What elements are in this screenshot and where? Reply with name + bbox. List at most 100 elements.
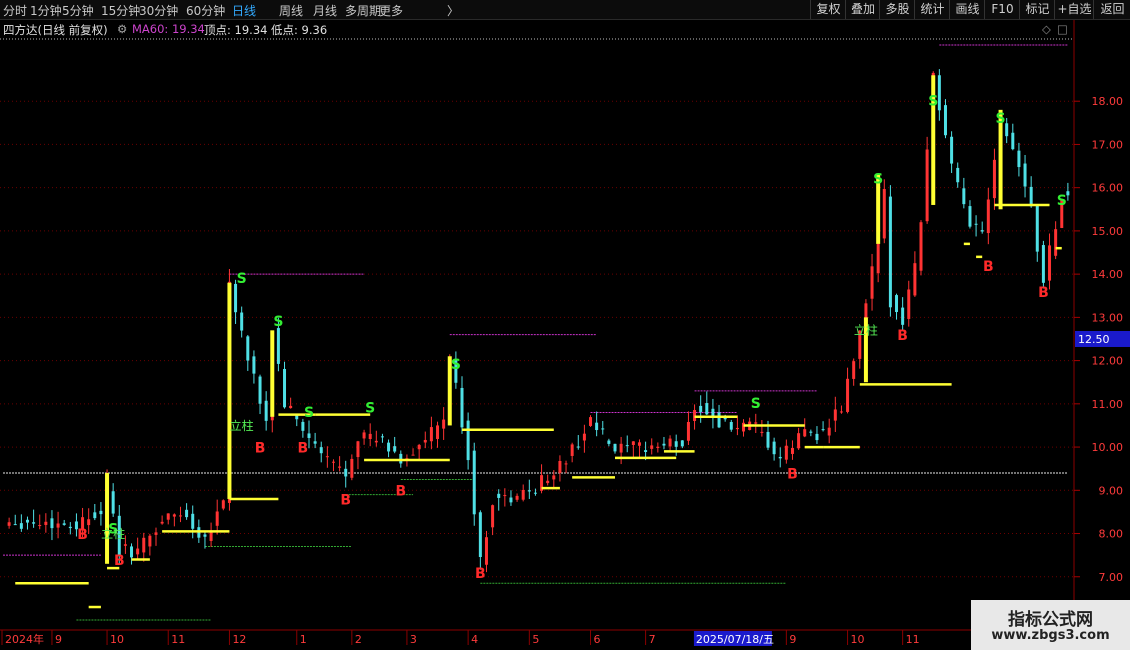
candle-body [387, 442, 391, 452]
candle-body [497, 493, 501, 498]
candle-body [148, 535, 152, 547]
candle-body [380, 436, 384, 438]
candle-body [185, 509, 189, 518]
candle-body [546, 480, 550, 484]
candle-body [527, 490, 531, 492]
gear-icon[interactable]: ⚙ [117, 22, 127, 36]
candle-body [429, 427, 433, 442]
candles [7, 69, 1070, 573]
candle-body [778, 456, 782, 459]
price-tick-label: 17.00 [1092, 138, 1124, 151]
time-tick-label: 9 [789, 633, 796, 646]
crosshair-date-label: 2025/07/18/五 [696, 633, 774, 646]
candle-body [160, 521, 164, 524]
kline-chart[interactable]: 7.00 8.00 9.00 10.00 11.00 12.00 13.00 14.00 15.… [0, 0, 1130, 650]
period-tab-8[interactable]: 月线 [313, 2, 337, 19]
candle-body [839, 411, 843, 413]
period-tab-10[interactable]: 更多 [379, 2, 403, 19]
buy-marker: B [255, 440, 266, 456]
candle-body [252, 356, 256, 374]
candle-body [1048, 245, 1052, 281]
period-tab-1[interactable]: 1分钟 [30, 2, 62, 19]
tool-button-5[interactable]: F10 [984, 0, 1020, 19]
candle-body [411, 454, 415, 456]
tool-button-1[interactable]: 叠加 [845, 0, 880, 19]
candle-body [735, 427, 739, 430]
candle-body [521, 489, 525, 500]
candle-body [264, 400, 268, 421]
tool-button-3[interactable]: 统计 [914, 0, 950, 19]
tool-button-0[interactable]: 复权 [810, 0, 846, 19]
period-tab-4[interactable]: 30分钟 [139, 2, 178, 19]
time-tick-label: 1 [300, 633, 307, 646]
candle-body [693, 409, 697, 421]
price-tick-label: 18.00 [1092, 95, 1124, 108]
price-tick-label: 11.00 [1092, 398, 1124, 411]
candle-body [1029, 186, 1033, 207]
more-arrow-icon[interactable]: 〉 [447, 2, 459, 19]
candle-body [937, 75, 941, 111]
tool-button-4[interactable]: 画线 [949, 0, 985, 19]
candle-body [154, 532, 158, 535]
candle-body [478, 512, 482, 558]
sell-marker: S [996, 111, 1006, 127]
tool-button-6[interactable]: 标记 [1019, 0, 1055, 19]
time-tick-label: 2 [355, 633, 362, 646]
candle-body [637, 442, 641, 446]
candle-body [827, 427, 831, 436]
period-tab-0[interactable]: 分时 [3, 2, 27, 19]
price-tick-label: 7.00 [1099, 571, 1124, 584]
window-icon[interactable]: □ [1057, 22, 1068, 36]
candle-body [784, 445, 788, 460]
candle-body [246, 336, 250, 361]
candle-body [742, 422, 746, 432]
candle-body [7, 522, 11, 526]
time-tick-label: 10 [110, 633, 124, 646]
candle-body [258, 376, 262, 404]
candle-body [130, 546, 134, 558]
candle-body [1041, 245, 1045, 283]
period-tab-7[interactable]: 周线 [279, 2, 303, 19]
candle-body [582, 433, 586, 441]
period-tab-9[interactable]: 多周期 [345, 2, 381, 19]
close-icon[interactable]: ◇ [1042, 22, 1051, 36]
candle-body [172, 514, 176, 517]
candle-body [350, 458, 354, 478]
period-tab-3[interactable]: 15分钟 [101, 2, 140, 19]
candle-body [986, 199, 990, 234]
candle-body [962, 188, 966, 205]
candle-body [1023, 163, 1027, 187]
period-tab-6[interactable]: 日线 [232, 2, 256, 19]
price-tick-label: 9.00 [1099, 484, 1124, 497]
top-point-label: 顶点: 19.34 [204, 23, 268, 37]
candle-body [815, 433, 819, 441]
time-tick-label: 7 [649, 633, 656, 646]
tool-button-8[interactable]: 返回 [1093, 0, 1130, 19]
time-tick-label: 11 [171, 633, 185, 646]
candle-body [797, 433, 801, 449]
candle-body [601, 428, 605, 430]
candle-body [943, 105, 947, 136]
tool-button-7[interactable]: +自选 [1054, 0, 1094, 19]
period-tab-2[interactable]: 5分钟 [62, 2, 94, 19]
tool-button-2[interactable]: 多股 [879, 0, 915, 19]
candle-body [307, 433, 311, 438]
period-tab-5[interactable]: 60分钟 [186, 2, 225, 19]
candle-body [319, 447, 323, 454]
candle-body [166, 513, 170, 520]
candle-body [209, 531, 213, 541]
candle-body [766, 431, 770, 448]
candle-body [674, 441, 678, 447]
candle-body [846, 378, 850, 412]
sell-marker: S [237, 271, 247, 287]
info-bar: 四方达(日线 前复权) ⚙ MA60: 19.34 顶点: 19.34 低点: … [0, 20, 1075, 37]
candle-body [62, 523, 66, 525]
time-tick-label: 6 [594, 633, 601, 646]
candle-body [399, 453, 403, 464]
candle-body [760, 431, 764, 433]
candle-body [423, 439, 427, 443]
candle-body [331, 461, 335, 463]
price-tick-label: 16.00 [1092, 182, 1124, 195]
buy-marker: B [340, 492, 351, 508]
candle-body [417, 444, 421, 450]
